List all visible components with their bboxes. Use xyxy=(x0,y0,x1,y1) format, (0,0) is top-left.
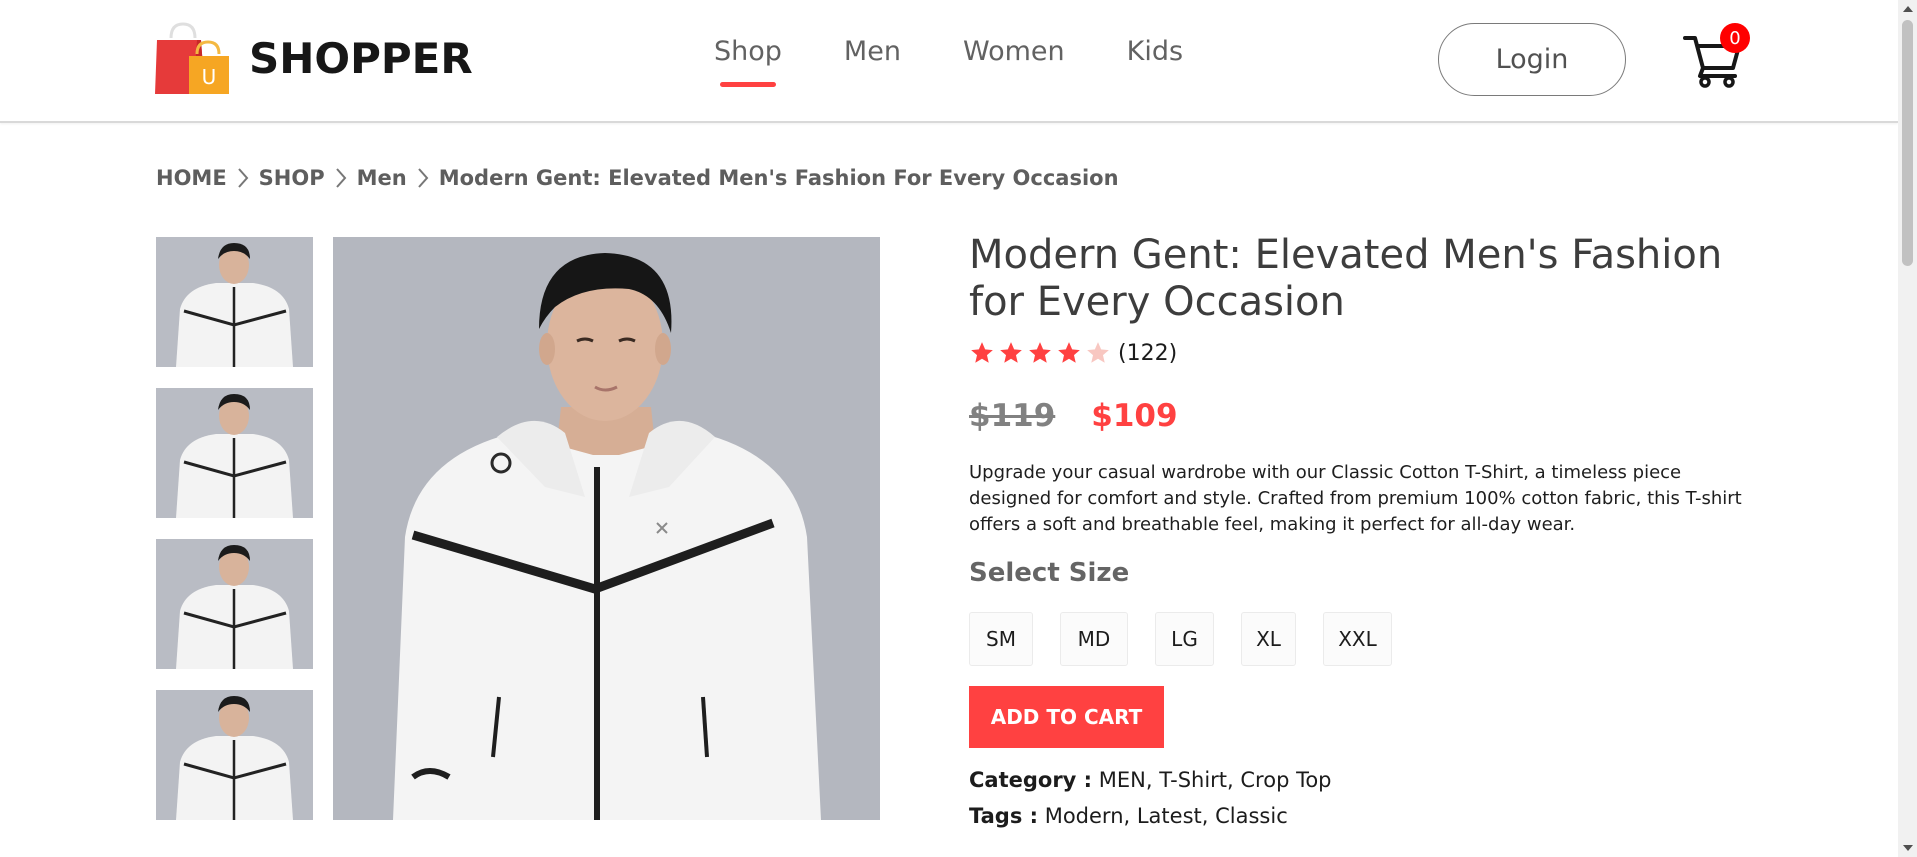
brand-name: SHOPPER xyxy=(249,33,473,83)
chevron-right-icon xyxy=(417,168,429,188)
shopping-bag-logo-icon: U xyxy=(155,22,229,94)
size-options: SM MD LG XL XXL xyxy=(969,612,1749,666)
logo-letter: U xyxy=(202,65,217,89)
chevron-right-icon xyxy=(237,168,249,188)
breadcrumb-home[interactable]: HOME xyxy=(156,166,227,190)
size-option-lg[interactable]: LG xyxy=(1155,612,1214,666)
breadcrumb-men[interactable]: Men xyxy=(357,166,407,190)
product-meta: Category : MEN, T-Shirt, Crop Top Tags :… xyxy=(969,762,1749,834)
product-thumbnail[interactable] xyxy=(156,388,313,518)
scroll-down-arrow-icon[interactable] xyxy=(1903,845,1913,851)
tags-value: Modern, Latest, Classic xyxy=(1044,804,1288,828)
review-count: (122) xyxy=(1118,340,1178,366)
nav-item-shop[interactable]: Shop xyxy=(714,36,782,87)
breadcrumb: HOME SHOP Men Modern Gent: Elevated Men'… xyxy=(156,166,1119,190)
product-thumbnail[interactable] xyxy=(156,539,313,669)
size-option-xxl[interactable]: XXL xyxy=(1323,612,1392,666)
star-filled-icon xyxy=(1029,342,1051,363)
model-jacket-image xyxy=(156,539,313,669)
cart-count-badge: 0 xyxy=(1720,23,1750,53)
login-button[interactable]: Login xyxy=(1438,23,1626,96)
star-empty-icon xyxy=(1087,342,1109,363)
logo[interactable]: U SHOPPER xyxy=(153,20,473,96)
chevron-right-icon xyxy=(335,168,346,188)
size-option-sm[interactable]: SM xyxy=(969,612,1033,666)
price-block: $119 $109 xyxy=(969,398,1749,434)
new-price: $109 xyxy=(1091,398,1178,434)
nav-item-kids[interactable]: Kids xyxy=(1127,36,1183,67)
tags-row: Tags : Modern, Latest, Classic xyxy=(969,798,1749,834)
size-option-md[interactable]: MD xyxy=(1060,612,1128,666)
size-option-xl[interactable]: XL xyxy=(1241,612,1296,666)
breadcrumb-current-product: Modern Gent: Elevated Men's Fashion For … xyxy=(438,166,1119,190)
navbar: U SHOPPER Shop Men Women Kids Login 0 xyxy=(0,0,1898,123)
product-thumbnail[interactable] xyxy=(156,690,313,820)
product-details: Modern Gent: Elevated Men's Fashion for … xyxy=(969,232,1749,834)
category-value: MEN, T-Shirt, Crop Top xyxy=(1098,768,1332,792)
thumbnail-list xyxy=(156,237,313,841)
model-jacket-image xyxy=(156,690,313,820)
add-to-cart-button[interactable]: ADD TO CART xyxy=(969,686,1164,748)
product-thumbnail[interactable] xyxy=(156,237,313,367)
product-main-image xyxy=(333,237,880,820)
model-jacket-image xyxy=(156,237,313,367)
product-title: Modern Gent: Elevated Men's Fashion for … xyxy=(969,232,1723,325)
nav-menu: Shop Men Women Kids xyxy=(714,36,1245,87)
category-label: Category : xyxy=(969,768,1093,792)
scroll-up-arrow-icon[interactable] xyxy=(1903,6,1913,12)
nav-item-women[interactable]: Women xyxy=(963,36,1065,67)
page-scrollbar[interactable] xyxy=(1898,0,1917,857)
nav-item-men[interactable]: Men xyxy=(844,36,901,67)
category-row: Category : MEN, T-Shirt, Crop Top xyxy=(969,762,1749,798)
star-filled-icon xyxy=(1000,342,1022,363)
tags-label: Tags : xyxy=(969,804,1039,828)
model-jacket-image xyxy=(156,388,313,518)
old-price: $119 xyxy=(969,398,1056,434)
breadcrumb-shop[interactable]: SHOP xyxy=(259,166,325,190)
model-jacket-image xyxy=(333,237,880,820)
product-rating: (122) xyxy=(969,338,1749,368)
select-size-heading: Select Size xyxy=(969,558,1130,588)
star-filled-icon xyxy=(971,342,993,363)
scrollbar-thumb[interactable] xyxy=(1902,20,1913,266)
star-filled-icon xyxy=(1058,342,1080,363)
product-description: Upgrade your casual wardrobe with our Cl… xyxy=(969,462,1742,535)
